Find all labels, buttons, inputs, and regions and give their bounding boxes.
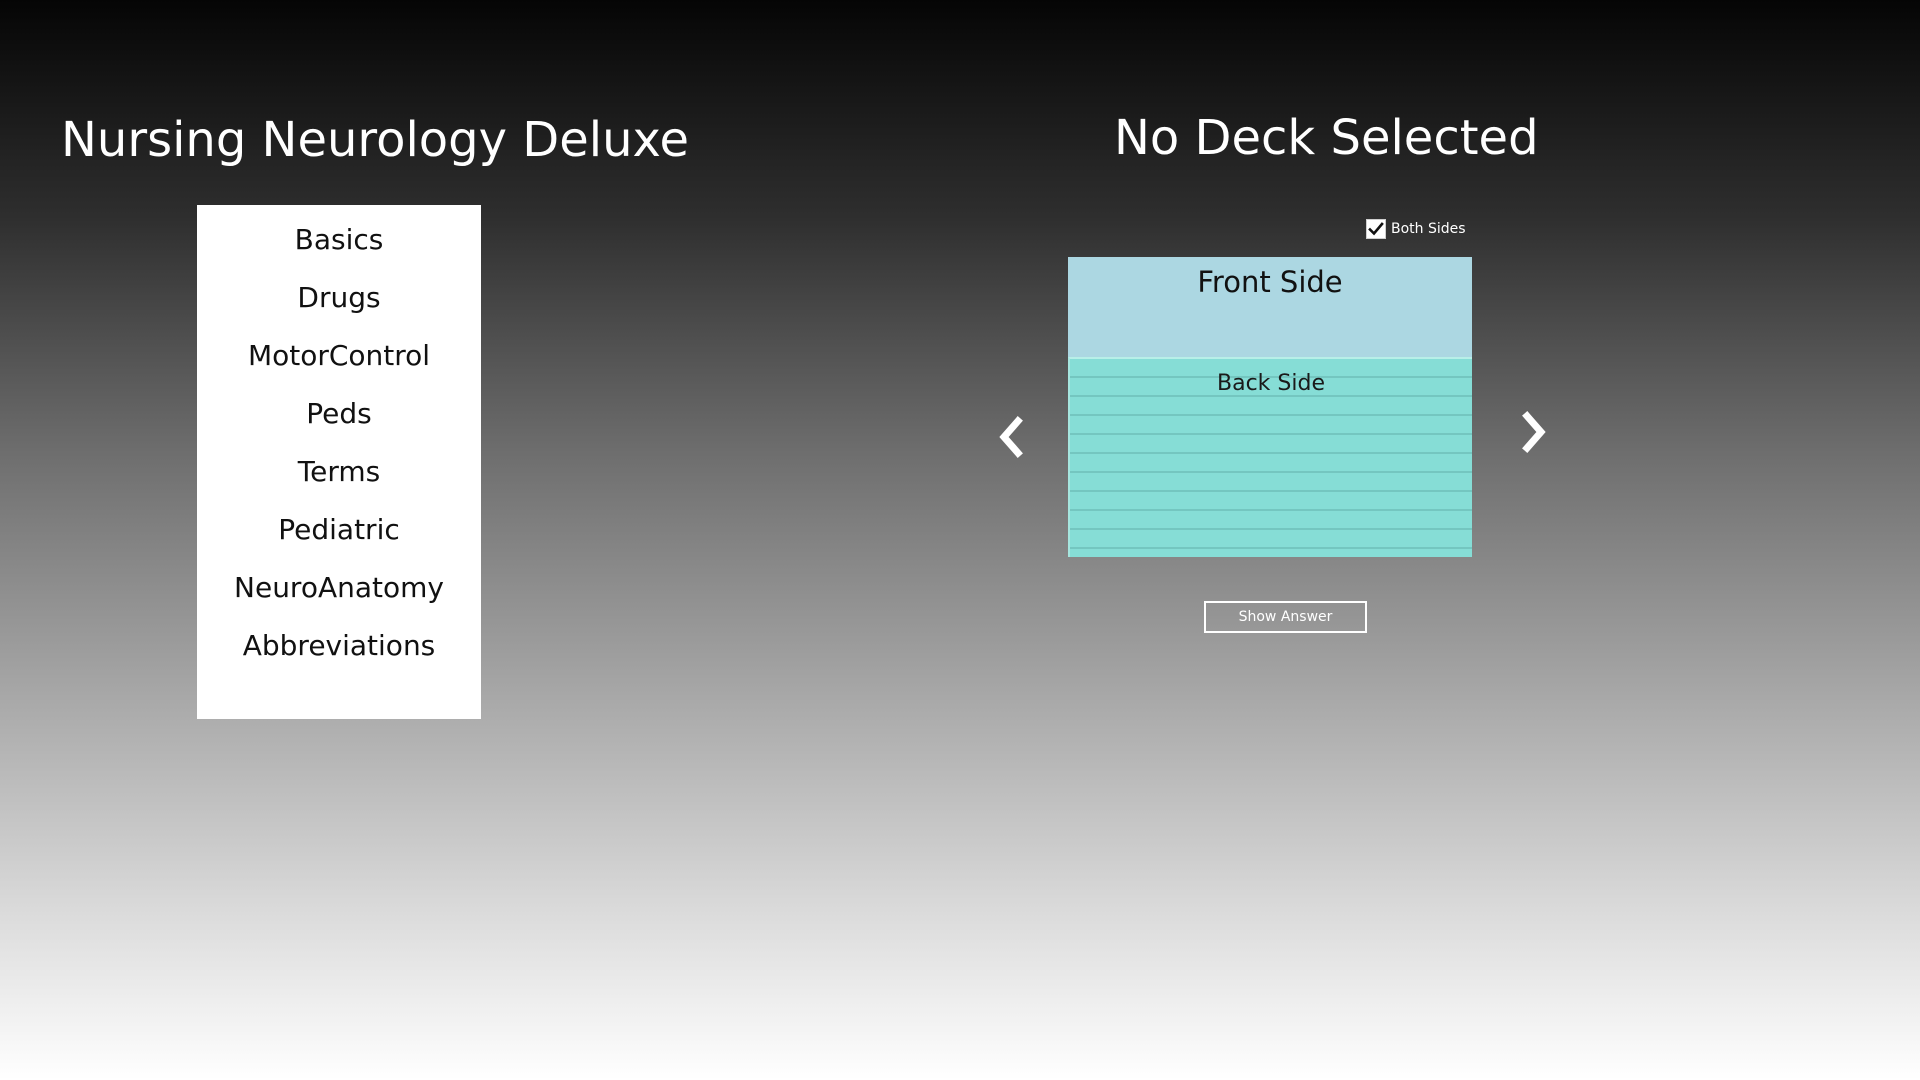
next-card-button[interactable] (1514, 407, 1554, 457)
deck-item-drugs[interactable]: Drugs (197, 275, 481, 333)
deck-item-basics[interactable]: Basics (197, 217, 481, 275)
deck-item-abbreviations[interactable]: Abbreviations (197, 623, 481, 681)
app-title: Nursing Neurology Deluxe (61, 112, 690, 168)
deck-item-neuroanatomy[interactable]: NeuroAnatomy (197, 565, 481, 623)
deck-item-peds[interactable]: Peds (197, 391, 481, 449)
deck-item-terms[interactable]: Terms (197, 449, 481, 507)
both-sides-checkbox[interactable] (1366, 219, 1386, 239)
deck-title: No Deck Selected (1114, 110, 1539, 166)
chevron-right-icon (1522, 411, 1546, 453)
both-sides-label: Both Sides (1391, 221, 1466, 237)
flashcard: Front Side Back Side (1068, 257, 1472, 557)
checkmark-icon (1368, 222, 1384, 236)
previous-card-button[interactable] (991, 412, 1031, 462)
both-sides-toggle[interactable]: Both Sides (1366, 219, 1466, 239)
deck-list: Basics Drugs MotorControl Peds Terms Ped… (197, 205, 481, 719)
deck-item-motorcontrol[interactable]: MotorControl (197, 333, 481, 391)
chevron-left-icon (999, 416, 1023, 458)
card-front-side: Front Side (1068, 257, 1472, 357)
card-back-side: Back Side (1068, 357, 1472, 557)
deck-item-pediatric[interactable]: Pediatric (197, 507, 481, 565)
show-answer-button[interactable]: Show Answer (1204, 601, 1367, 633)
